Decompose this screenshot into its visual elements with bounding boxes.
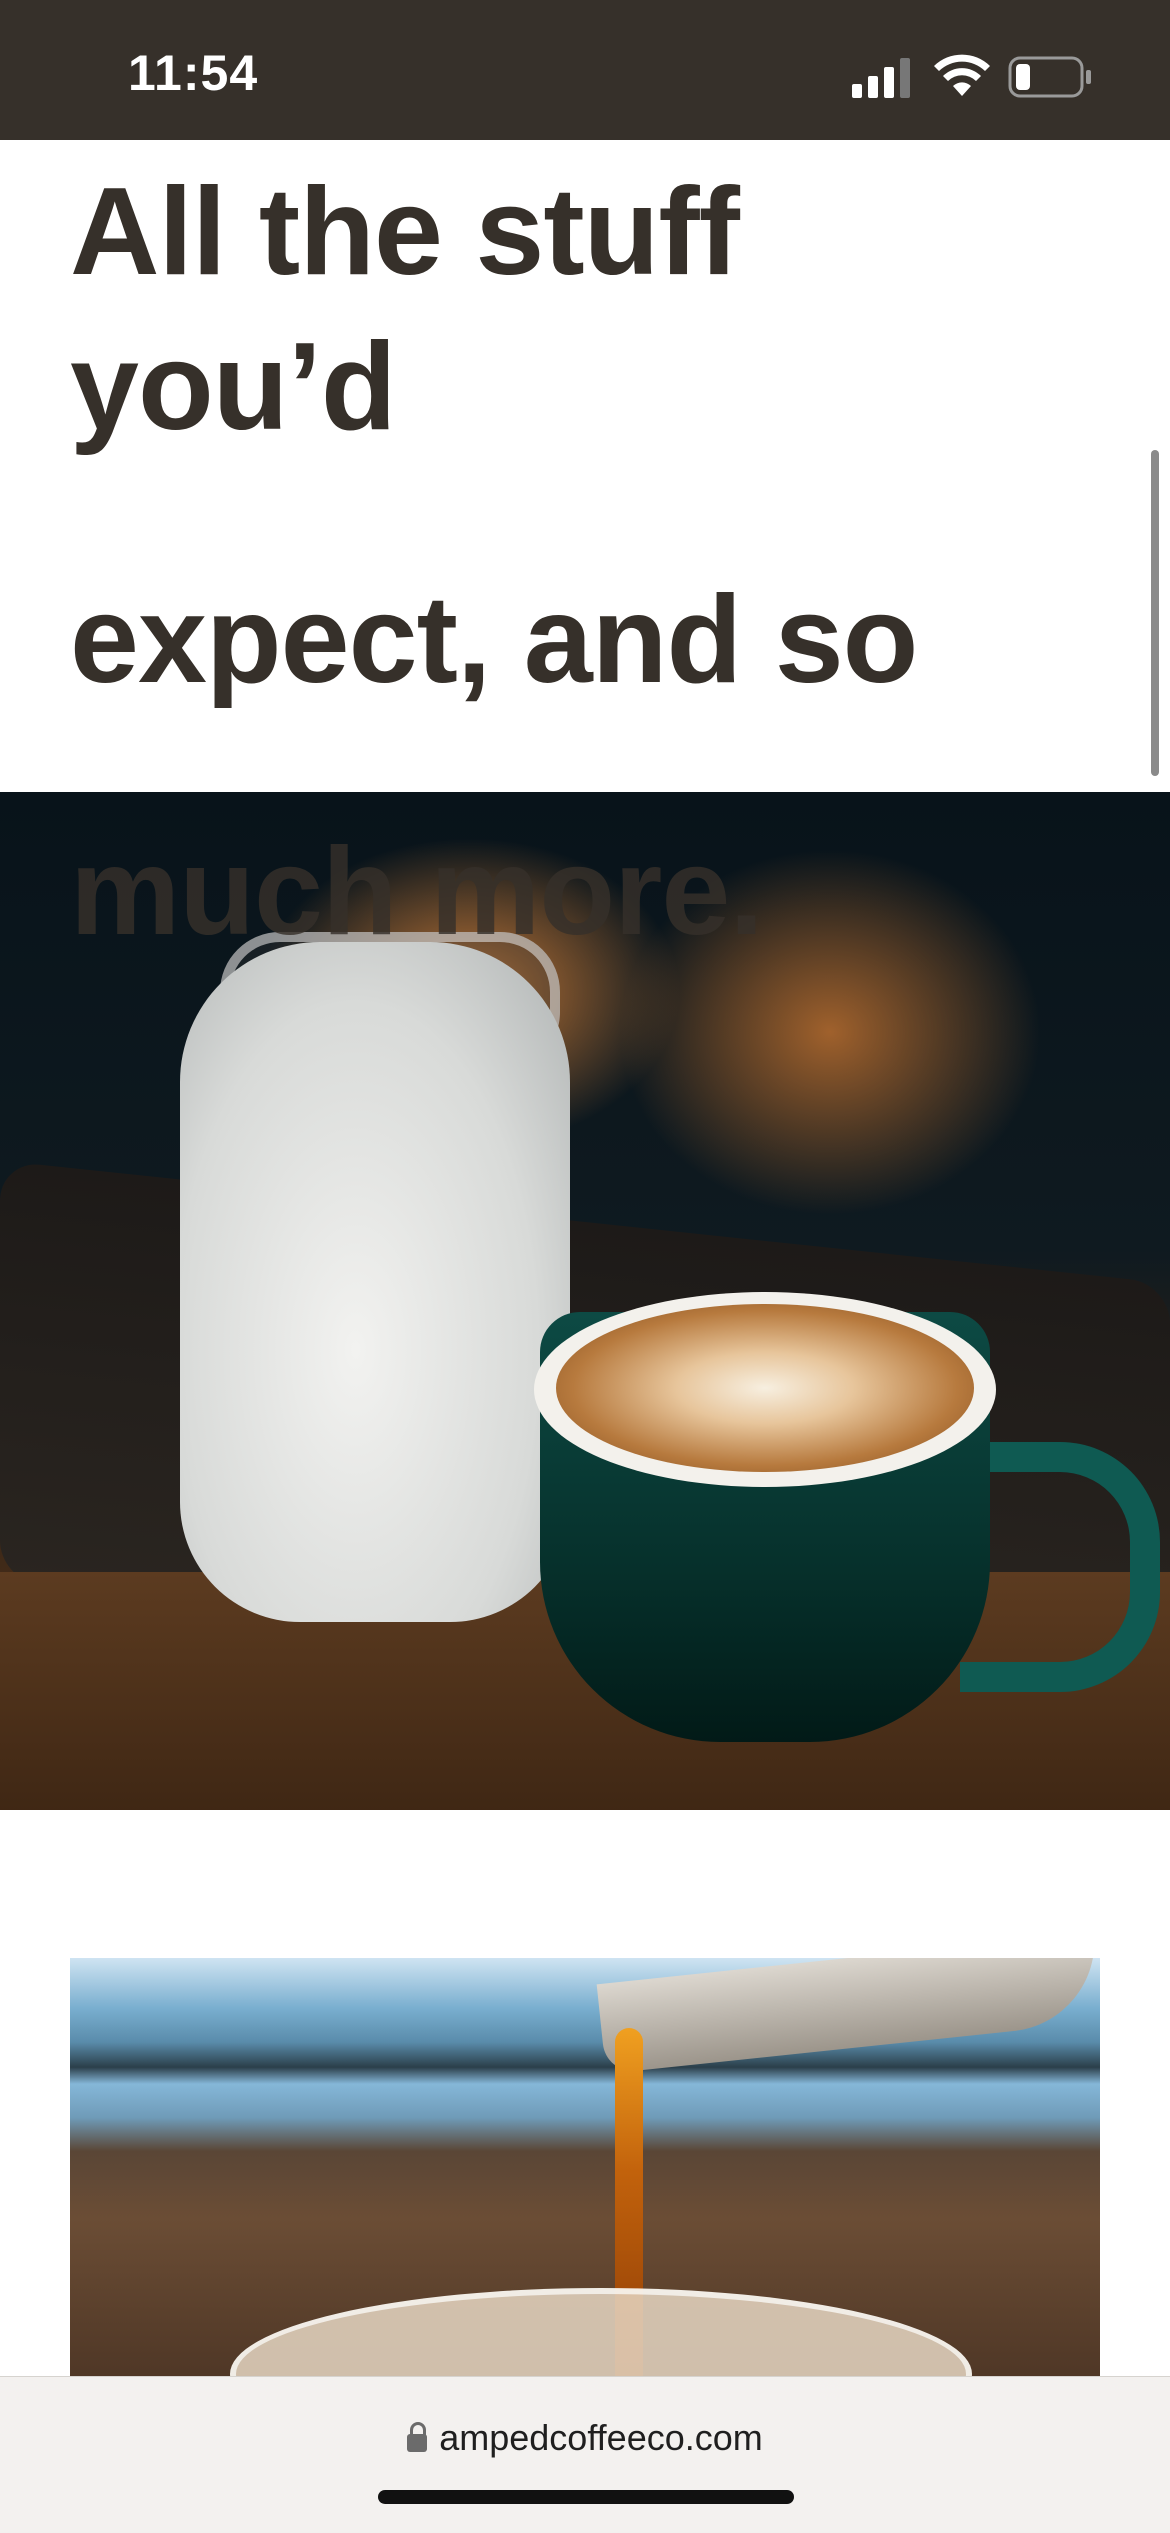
status-time: 11:54 — [128, 45, 259, 101]
cup-handle — [960, 1442, 1160, 1692]
milk-jar — [180, 942, 570, 1622]
home-indicator[interactable] — [378, 2490, 794, 2504]
browser-url-bar[interactable]: ampedcoffeeco.com — [0, 2376, 1170, 2533]
espresso-pour-image — [70, 1958, 1100, 2378]
url-text[interactable]: ampedcoffeeco.com — [439, 2417, 763, 2458]
battery-icon — [1008, 56, 1091, 98]
latte-art — [556, 1304, 974, 1472]
lock-icon — [407, 2422, 428, 2452]
scrollbar[interactable] — [1151, 450, 1159, 776]
headline-line-2: you’d — [70, 318, 397, 456]
metal-pitcher — [596, 1958, 1100, 2074]
headline-line-4: much more. — [70, 823, 764, 961]
wifi-icon — [934, 54, 990, 96]
url-display[interactable]: ampedcoffeeco.com — [0, 2417, 1170, 2459]
headline-line-3: expect, and so — [70, 571, 918, 709]
iced-glass — [230, 2288, 972, 2378]
status-bar: 11:54 — [0, 0, 1170, 140]
headline-line-1: All the stuff — [70, 163, 740, 301]
cellular-signal-icon — [852, 58, 910, 98]
